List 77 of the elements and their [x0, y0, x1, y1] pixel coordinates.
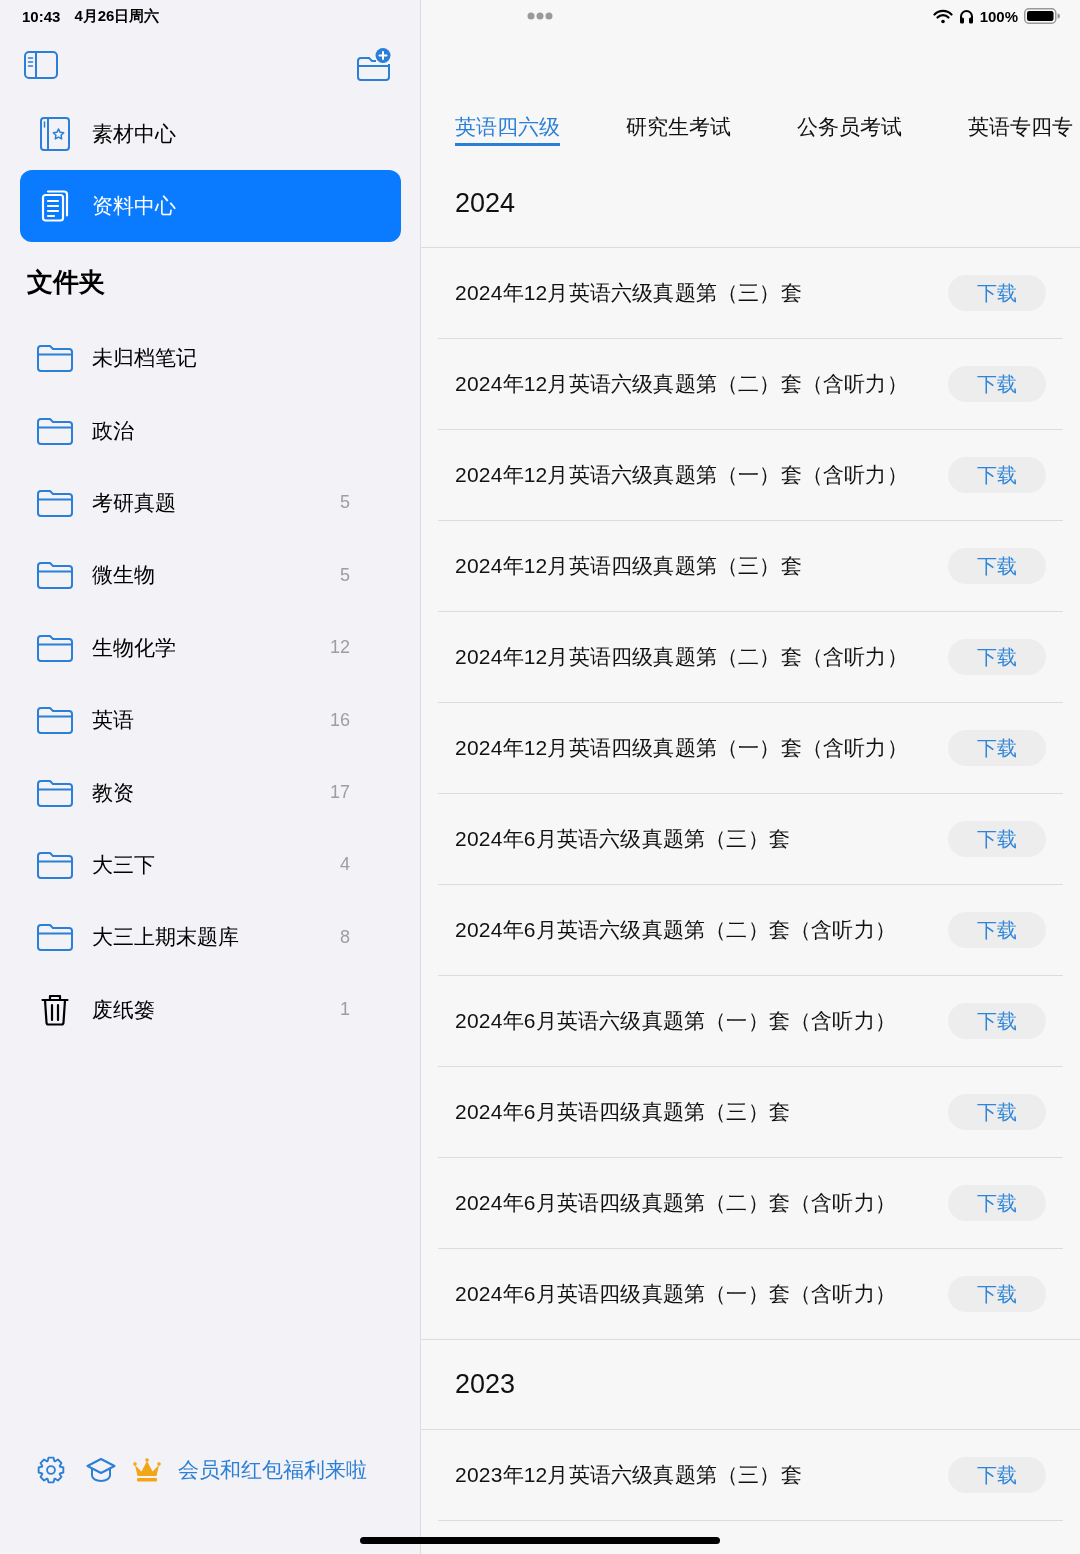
section-year: 2024 [455, 188, 516, 219]
folder-icon [37, 850, 73, 879]
document-title: 2024年12月英语六级真题第（三）套 [455, 280, 802, 306]
folder-name[interactable]: 生物化学 [92, 633, 176, 662]
download-button[interactable]: 下载 [948, 1094, 1046, 1130]
document-title: 2024年6月英语四级真题第（一）套（含听力） [455, 1281, 896, 1307]
item-count: 5 [340, 564, 350, 586]
headphones-icon [958, 8, 974, 24]
folder-name[interactable]: 废纸篓 [92, 995, 155, 1024]
graduation-cap-icon[interactable] [86, 1457, 116, 1483]
folder-name[interactable]: 微生物 [92, 561, 155, 590]
sidebar-nav-item[interactable]: 素材中心 [20, 98, 401, 170]
document-title: 2024年12月英语四级真题第（二）套（含听力） [455, 644, 908, 670]
promo-link[interactable]: 会员和红包福利来啦 [178, 1456, 367, 1484]
folder-name[interactable]: 未归档笔记 [92, 344, 197, 373]
document-icon [41, 190, 69, 222]
folder-icon [37, 633, 73, 662]
folder-name[interactable]: 大三上期末题库 [92, 923, 239, 952]
folder-icon [37, 778, 73, 807]
download-button[interactable]: 下载 [948, 457, 1046, 493]
new-folder-icon[interactable] [356, 47, 392, 83]
status-date: 4月26日周六 [74, 6, 160, 26]
section-heading: 文件夹 [26, 265, 106, 299]
document-title: 2024年12月英语四级真题第（三）套 [455, 553, 802, 579]
download-button[interactable]: 下载 [948, 912, 1046, 948]
folder-icon [37, 344, 73, 373]
folder-name[interactable]: 英语 [92, 706, 134, 735]
category-tab[interactable]: 英语四六级 [455, 113, 560, 146]
folder-icon [37, 706, 73, 735]
item-count: 4 [340, 854, 350, 876]
download-button[interactable]: 下载 [948, 275, 1046, 311]
settings-icon[interactable] [37, 1456, 65, 1484]
download-button[interactable]: 下载 [948, 821, 1046, 857]
category-tab[interactable]: 公务员考试 [797, 113, 902, 146]
crown-icon [132, 1457, 162, 1483]
download-button[interactable]: 下载 [948, 1185, 1046, 1221]
document-title: 2024年12月英语四级真题第（一）套（含听力） [455, 735, 908, 761]
document-title: 2024年6月英语六级真题第（二）套（含听力） [455, 917, 896, 943]
document-title: 2024年6月英语四级真题第（二）套（含听力） [455, 1190, 896, 1216]
item-count: 17 [329, 782, 350, 804]
download-button[interactable]: 下载 [948, 1276, 1046, 1312]
download-button[interactable]: 下载 [948, 639, 1046, 675]
download-button[interactable]: 下载 [948, 1457, 1046, 1493]
battery-icon [1024, 8, 1060, 24]
battery-percent: 100% [979, 7, 1018, 25]
item-count: 8 [340, 926, 350, 948]
document-title: 2023年12月英语六级真题第（三）套 [455, 1462, 802, 1488]
folder-icon [37, 923, 73, 952]
folder-icon [37, 488, 73, 517]
folder-name[interactable]: 大三下 [92, 850, 155, 879]
multitask-dots-icon[interactable] [527, 12, 553, 20]
section-year: 2023 [455, 1369, 516, 1400]
sidebar-nav-item[interactable]: 资料中心 [20, 170, 401, 242]
download-button[interactable]: 下载 [948, 548, 1046, 584]
folder-name[interactable]: 教资 [92, 778, 134, 807]
document-title: 2024年12月英语六级真题第（一）套（含听力） [455, 462, 908, 488]
folder-icon [37, 416, 73, 445]
item-count: 16 [329, 709, 350, 731]
document-title: 2024年6月英语四级真题第（三）套 [455, 1099, 790, 1125]
document-title: 2024年12月英语六级真题第（二）套（含听力） [455, 371, 908, 397]
category-tab[interactable]: 研究生考试 [626, 113, 731, 146]
category-tab[interactable]: 英语专四专 [968, 113, 1073, 146]
item-count: 12 [329, 637, 350, 659]
status-time: 10:43 [22, 7, 61, 25]
wifi-icon [932, 8, 953, 24]
item-count: 5 [340, 492, 350, 514]
download-button[interactable]: 下载 [948, 1003, 1046, 1039]
folder-name[interactable]: 考研真题 [92, 488, 176, 517]
document-title: 2024年6月英语六级真题第（一）套（含听力） [455, 1008, 896, 1034]
sidebar-toggle-icon[interactable] [24, 51, 58, 79]
folder-icon [37, 561, 73, 590]
item-count: 1 [340, 999, 350, 1021]
trash-icon [41, 993, 69, 1026]
document-title: 2024年6月英语六级真题第（三）套 [455, 826, 790, 852]
download-button[interactable]: 下载 [948, 730, 1046, 766]
download-button[interactable]: 下载 [948, 366, 1046, 402]
folder-name[interactable]: 政治 [92, 416, 134, 445]
